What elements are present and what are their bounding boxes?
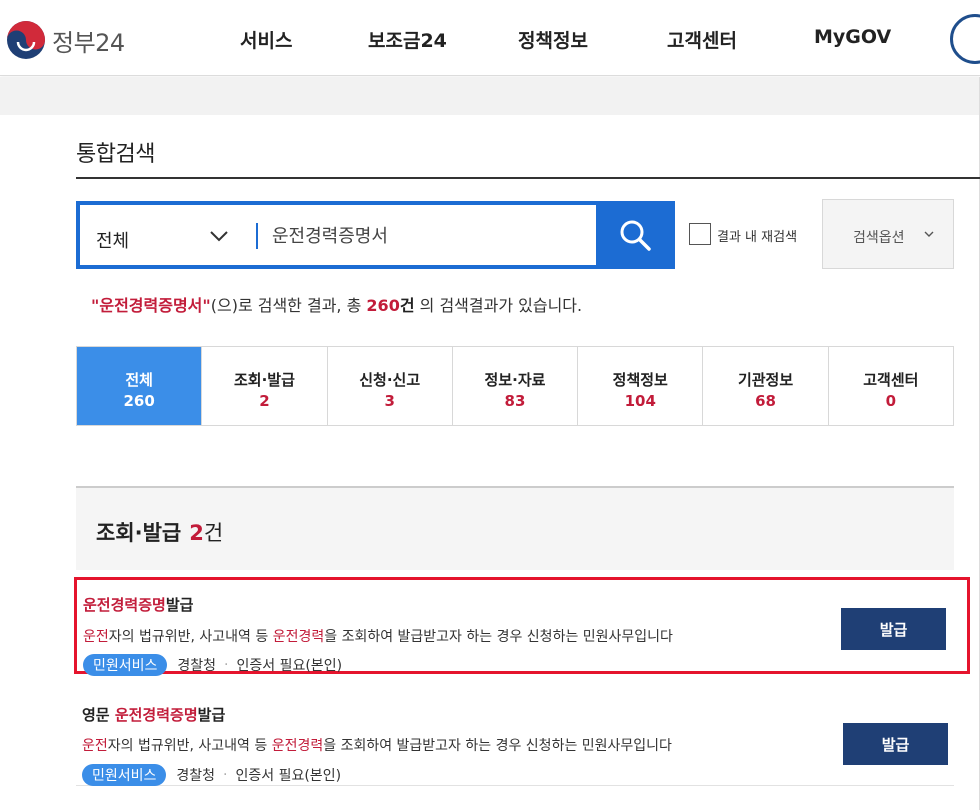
tab-agency[interactable]: 기관정보 68 bbox=[702, 347, 828, 425]
search-icon bbox=[620, 220, 651, 251]
tab-support[interactable]: 고객센터 0 bbox=[827, 347, 953, 425]
chevron-down-icon[interactable] bbox=[208, 225, 230, 247]
result-title-rest: 발급 bbox=[197, 706, 226, 724]
desc-keyword: 운전 bbox=[82, 738, 108, 754]
nav-item-subsidy24[interactable]: 보조금24 bbox=[368, 26, 447, 53]
desc-text: 을 조회하여 발급받고자 하는 경우 신청하는 민원사무입니다 bbox=[324, 629, 673, 645]
tab-count: 260 bbox=[123, 392, 155, 410]
summary-text-end: 의 검색결과가 있습니다. bbox=[414, 296, 583, 315]
result-title-keyword: 운전경력증명 bbox=[114, 706, 198, 724]
tab-count: 3 bbox=[384, 392, 395, 410]
issue-button[interactable]: 발급 bbox=[843, 723, 948, 765]
tab-count: 68 bbox=[755, 392, 776, 410]
results-section: 조회·발급 2건 운전경력증명발급 운전자의 법규위반, 사고내역 등 운전경력을… bbox=[74, 486, 970, 810]
result-meta: 민원서비스 경찰청 · 인증서 필요(본인) bbox=[83, 654, 342, 676]
desc-keyword: 운전 bbox=[83, 629, 109, 645]
desc-text: 자의 법규위반, 사고내역 등 bbox=[108, 629, 273, 645]
chevron-down-icon bbox=[924, 231, 934, 237]
desc-text: 을 조회하여 발급받고자 하는 경우 신청하는 민원사무입니다 bbox=[323, 738, 672, 754]
summary-keyword: 운전경력증명서 bbox=[99, 296, 203, 315]
tab-label: 정책정보 bbox=[612, 371, 668, 389]
tab-info-data[interactable]: 정보·자료 83 bbox=[451, 347, 578, 425]
tab-count: 2 bbox=[259, 392, 270, 410]
section-unit: 건 bbox=[203, 521, 224, 545]
search-box: 전체 bbox=[76, 201, 675, 269]
tab-label: 신청·신고 bbox=[359, 371, 421, 389]
profile-circle-icon[interactable] bbox=[950, 14, 980, 64]
tab-label: 조회·발급 bbox=[233, 371, 295, 389]
service-type-badge: 민원서비스 bbox=[83, 654, 168, 676]
desc-keyword: 운전경력 bbox=[272, 629, 325, 645]
search-button[interactable] bbox=[596, 201, 675, 269]
summary-unit: 건 bbox=[399, 296, 415, 315]
summary-total: 260 bbox=[366, 296, 400, 315]
result-title[interactable]: 영문 운전경력증명발급 bbox=[82, 704, 225, 725]
service-type-badge: 민원서비스 bbox=[82, 764, 167, 786]
tab-inquiry-issue[interactable]: 조회·발급 2 bbox=[201, 347, 327, 425]
result-title-prefix: 영문 bbox=[82, 706, 115, 724]
auth-requirement: 인증서 필요(본인) bbox=[235, 768, 342, 784]
summary-text: (으)로 검색한 결과, 총 bbox=[210, 296, 367, 315]
government-logo-icon bbox=[7, 21, 45, 59]
search-options-label: 검색옵션 bbox=[853, 230, 905, 246]
result-item: 운전경력증명발급 운전자의 법규위반, 사고내역 등 운전경력을 조회하여 발급… bbox=[74, 577, 970, 676]
recheck-checkbox[interactable] bbox=[689, 223, 711, 245]
nav-item-mygov[interactable]: MyGOV bbox=[814, 26, 891, 48]
tab-count: 104 bbox=[624, 392, 656, 410]
search-options-button[interactable]: 검색옵션 bbox=[822, 199, 954, 269]
result-description: 운전자의 법규위반, 사고내역 등 운전경력을 조회하여 발급받고자 하는 경우… bbox=[83, 626, 673, 646]
search-category-select[interactable]: 전체 bbox=[96, 227, 129, 253]
nav-item-policy[interactable]: 정책정보 bbox=[518, 26, 588, 53]
tab-label: 정보·자료 bbox=[484, 371, 546, 389]
issue-button[interactable]: 발급 bbox=[841, 608, 946, 650]
result-item: 영문 운전경력증명발급 운전자의 법규위반, 사고내역 등 운전경력을 조회하여… bbox=[76, 686, 954, 786]
desc-text: 자의 법규위반, 사고내역 등 bbox=[107, 738, 272, 754]
nav-item-services[interactable]: 서비스 bbox=[240, 26, 292, 53]
result-meta: 민원서비스 경찰청 · 인증서 필요(본인) bbox=[82, 764, 341, 786]
tab-label: 기관정보 bbox=[737, 371, 794, 389]
result-summary: "운전경력증명서"(으)로 검색한 결과, 총 260건 의 검색결과가 있습니… bbox=[91, 292, 582, 316]
page-title: 통합검색 bbox=[76, 142, 155, 167]
search-input[interactable] bbox=[272, 219, 592, 251]
section-count: 2 bbox=[189, 521, 204, 545]
desc-keyword: 운전경력 bbox=[271, 738, 324, 754]
meta-separator: · bbox=[224, 657, 229, 673]
tab-label: 고객센터 bbox=[863, 371, 919, 389]
result-title-keyword: 운전경력증명 bbox=[83, 596, 166, 614]
agency-name: 경찰청 bbox=[176, 768, 216, 784]
result-title[interactable]: 운전경력증명발급 bbox=[83, 594, 193, 615]
category-tabs: 전체 260 조회·발급 2 신청·신고 3 정보·자료 83 정책정보 104… bbox=[76, 346, 954, 426]
brand-name: 정부24 bbox=[52, 28, 125, 57]
meta-separator: · bbox=[223, 767, 228, 783]
tab-application-report[interactable]: 신청·신고 3 bbox=[326, 347, 452, 425]
tab-count: 0 bbox=[885, 392, 897, 410]
nav-item-support[interactable]: 고객센터 bbox=[667, 26, 737, 53]
section-title-text: 조회·발급 bbox=[96, 521, 182, 545]
section-header: 조회·발급 2건 bbox=[76, 486, 954, 570]
tab-label: 전체 bbox=[125, 371, 153, 389]
top-header: 정부24 서비스 보조금24 정책정보 고객센터 MyGOV bbox=[0, 0, 980, 76]
result-description: 운전자의 법규위반, 사고내역 등 운전경력을 조회하여 발급받고자 하는 경우… bbox=[82, 735, 672, 755]
recheck-label[interactable]: 결과 내 재검색 bbox=[717, 226, 797, 245]
title-divider bbox=[76, 177, 980, 179]
summary-quote-close: " bbox=[202, 296, 211, 315]
section-title: 조회·발급 2건 bbox=[96, 517, 223, 547]
agency-name: 경찰청 bbox=[177, 658, 217, 674]
search-divider bbox=[256, 223, 258, 249]
auth-requirement: 인증서 필요(본인) bbox=[236, 658, 343, 674]
tab-count: 83 bbox=[504, 392, 526, 410]
tab-policy[interactable]: 정책정보 104 bbox=[577, 347, 703, 425]
result-title-rest: 발급 bbox=[165, 596, 194, 614]
header-band bbox=[0, 77, 980, 115]
tab-all[interactable]: 전체 260 bbox=[77, 347, 202, 425]
gov24-logo[interactable]: 정부24 bbox=[6, 18, 125, 62]
